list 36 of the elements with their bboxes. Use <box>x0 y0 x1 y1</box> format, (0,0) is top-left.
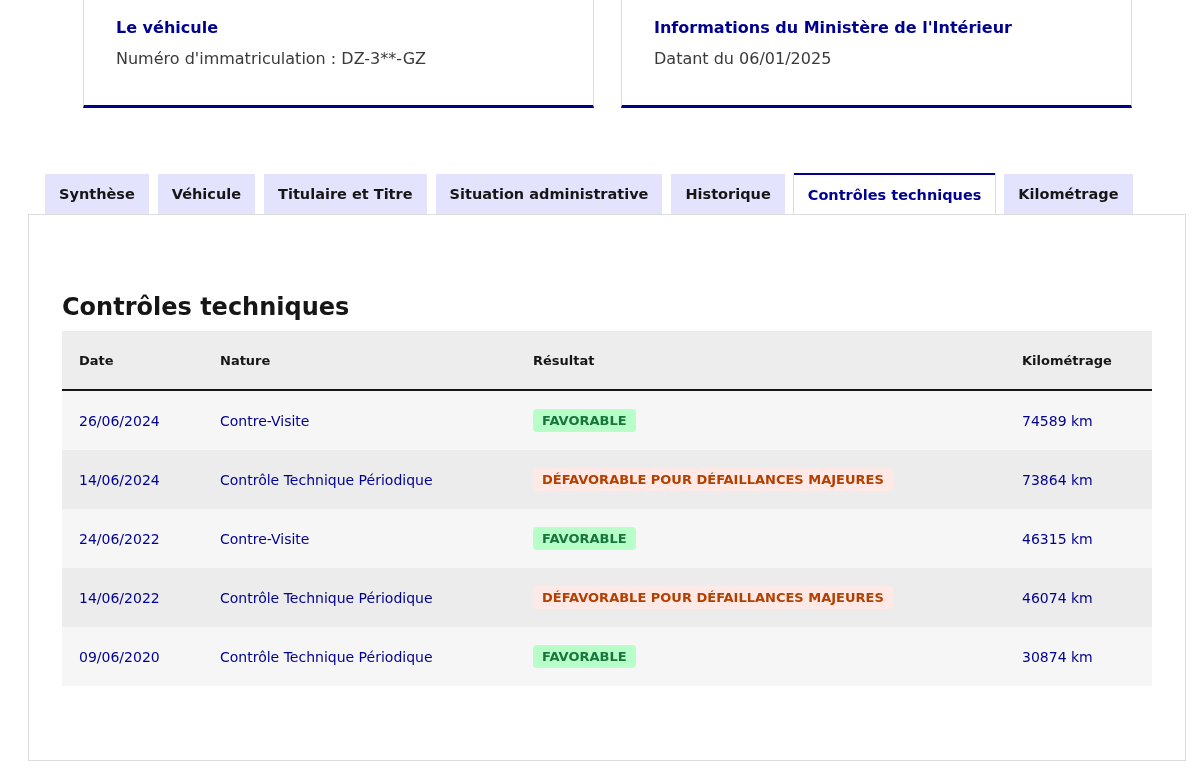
column-header: Date <box>78 352 115 368</box>
column-header: Résultat <box>532 352 596 368</box>
date-cell-text: 24/06/2022 <box>78 530 161 547</box>
result-badge: FAVORABLE <box>533 527 636 550</box>
tab[interactable]: Véhicule <box>157 174 256 214</box>
section-title: Contrôles techniques <box>62 293 351 323</box>
tab[interactable]: Kilométrage <box>1004 174 1133 214</box>
date-cell-text: 09/06/2020 <box>78 648 161 665</box>
card-title: Le véhicule <box>116 18 219 37</box>
nature-cell-text: Contrôle Technique Périodique <box>219 471 434 488</box>
mileage-cell-text: 73864 km <box>1021 471 1094 488</box>
date-cell-text: 26/06/2024 <box>78 412 161 429</box>
nature-cell-text: Contrôle Technique Périodique <box>219 589 434 606</box>
result-badge: FAVORABLE <box>533 645 636 668</box>
date-cell-text: 14/06/2022 <box>78 589 161 606</box>
tab[interactable]: Contrôles techniques <box>793 173 996 214</box>
nature-cell-text: Contre-Visite <box>219 412 311 429</box>
mileage-cell-text: 74589 km <box>1021 412 1094 429</box>
card-text: Numéro d'immatriculation : DZ-3**-GZ <box>116 49 427 68</box>
tab[interactable]: Historique <box>671 174 785 214</box>
column-header: Nature <box>219 352 272 368</box>
result-badge: DÉFAVORABLE POUR DÉFAILLANCES MAJEURES <box>533 586 893 609</box>
date-cell-text: 14/06/2024 <box>78 471 161 488</box>
card-title: Informations du Ministère de l'Intérieur <box>654 18 1013 37</box>
tab[interactable]: Situation administrative <box>435 174 663 214</box>
mileage-cell-text: 46074 km <box>1021 589 1094 606</box>
tab[interactable]: Synthèse <box>45 174 149 214</box>
mileage-cell-text: 46315 km <box>1021 530 1094 547</box>
card-text: Datant du 06/01/2025 <box>654 49 833 68</box>
result-badge: FAVORABLE <box>533 409 636 432</box>
result-badge: DÉFAVORABLE POUR DÉFAILLANCES MAJEURES <box>533 468 893 491</box>
mileage-cell-text: 30874 km <box>1021 648 1094 665</box>
nature-cell-text: Contrôle Technique Périodique <box>219 648 434 665</box>
column-header: Kilométrage <box>1021 352 1113 368</box>
nature-cell-text: Contre-Visite <box>219 530 311 547</box>
tab[interactable]: Titulaire et Titre <box>264 174 427 214</box>
